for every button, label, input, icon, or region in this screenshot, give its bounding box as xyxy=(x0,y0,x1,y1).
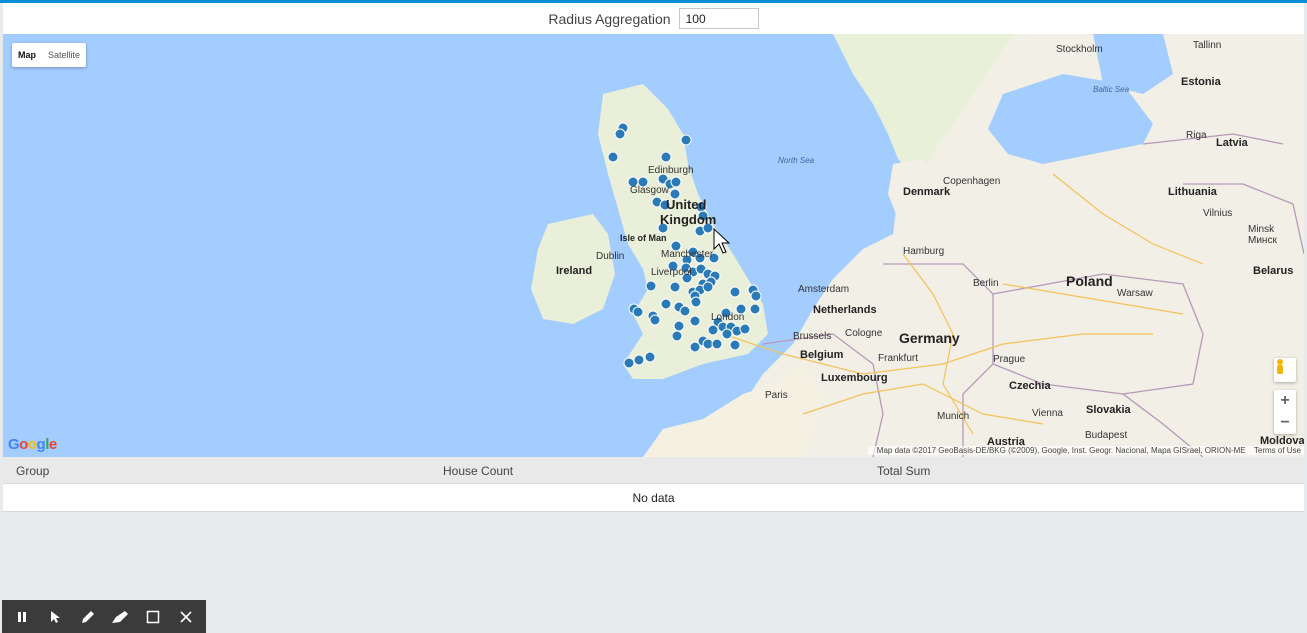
isle-of-man-label: Isle of Man xyxy=(620,233,667,243)
estonia-label: Estonia xyxy=(1181,76,1221,88)
amsterdam-label: Amsterdam xyxy=(798,284,850,295)
zoom-control: + − xyxy=(1274,390,1296,434)
map-type-map-button[interactable]: Map xyxy=(12,43,42,67)
copenhagen-label: Copenhagen xyxy=(943,176,1001,187)
paris-label: Paris xyxy=(765,390,788,401)
map-view[interactable]: North Sea Baltic Sea Stockholm Tallinn E… xyxy=(3,34,1304,457)
frankfurt-label: Frankfurt xyxy=(878,353,919,364)
table-empty-row: No data xyxy=(3,484,1304,512)
radius-aggregation-label: Radius Aggregation xyxy=(548,10,671,27)
terms-of-use-link[interactable]: Terms of Use xyxy=(1254,446,1301,455)
brussels-label: Brussels xyxy=(793,331,832,342)
minsk-label: Minsk xyxy=(1248,224,1275,235)
belarus-label: Belarus xyxy=(1253,265,1294,277)
cologne-label: Cologne xyxy=(845,328,883,339)
radius-aggregation-input[interactable] xyxy=(678,8,759,29)
pointer-icon[interactable] xyxy=(42,604,68,630)
column-header-group[interactable]: Group xyxy=(16,464,49,478)
map-tiles xyxy=(3,34,1304,457)
poland-label: Poland xyxy=(1066,273,1113,289)
czechia-label: Czechia xyxy=(1009,380,1051,392)
vienna-label: Vienna xyxy=(1032,408,1063,419)
close-icon[interactable] xyxy=(173,604,199,630)
zoom-in-button[interactable]: + xyxy=(1274,390,1296,412)
warsaw-label: Warsaw xyxy=(1117,288,1153,299)
london-label: London xyxy=(711,312,745,323)
column-header-total-sum[interactable]: Total Sum xyxy=(877,464,930,478)
hamburg-label: Hamburg xyxy=(903,246,945,257)
north-sea-label: North Sea xyxy=(778,156,815,165)
pause-icon[interactable] xyxy=(9,604,35,630)
dublin-label: Dublin xyxy=(596,251,625,262)
baltic-sea-label: Baltic Sea xyxy=(1093,85,1130,94)
aggregation-header: Radius Aggregation xyxy=(3,3,1304,34)
column-header-house-count[interactable]: House Count xyxy=(443,464,513,478)
highlighter-icon[interactable] xyxy=(107,604,133,630)
prague-label: Prague xyxy=(993,354,1026,365)
map-type-satellite-button[interactable]: Satellite xyxy=(42,43,86,67)
berlin-label: Berlin xyxy=(973,278,999,289)
lithuania-label: Lithuania xyxy=(1168,186,1217,198)
vilnius-label: Vilnius xyxy=(1203,208,1233,219)
edinburgh-label: Edinburgh xyxy=(648,165,694,176)
germany-label: Germany xyxy=(899,330,960,346)
results-table-header: Group House Count Total Sum xyxy=(3,457,1304,484)
stockholm-label: Stockholm xyxy=(1056,44,1103,55)
annotation-toolbar xyxy=(2,600,206,633)
glasgow-label: Glasgow xyxy=(630,185,669,196)
latvia-label: Latvia xyxy=(1216,137,1248,149)
riga-label: Riga xyxy=(1186,130,1207,141)
zoom-out-button[interactable]: − xyxy=(1274,412,1296,434)
luxembourg-label: Luxembourg xyxy=(821,372,888,384)
ireland-label: Ireland xyxy=(556,265,593,277)
liverpool-label: Liverpool xyxy=(651,267,692,278)
tallinn-label: Tallinn xyxy=(1193,40,1222,51)
pen-icon[interactable] xyxy=(75,604,101,630)
rectangle-icon[interactable] xyxy=(140,604,166,630)
budapest-label: Budapest xyxy=(1085,430,1128,441)
minsk-cyrillic-label: Минск xyxy=(1248,235,1277,246)
united-kingdom-label-line2: Kingdom xyxy=(660,212,717,227)
netherlands-label: Netherlands xyxy=(813,304,877,316)
map-type-control: Map Satellite xyxy=(12,43,87,67)
belgium-label: Belgium xyxy=(800,349,844,361)
map-data-attribution-text: Map data ©2017 GeoBasis-DE/BKG (©2009), … xyxy=(876,446,1246,455)
google-logo: Google xyxy=(8,436,57,453)
slovakia-label: Slovakia xyxy=(1086,404,1131,416)
street-view-pegman-icon[interactable] xyxy=(1274,358,1296,382)
manchester-label: Manchester xyxy=(661,249,714,260)
denmark-label: Denmark xyxy=(903,186,951,198)
munich-label: Munich xyxy=(937,411,970,422)
united-kingdom-label-line1: United xyxy=(666,197,707,212)
map-attribution: Map data ©2017 GeoBasis-DE/BKG (©2009), … xyxy=(867,446,1304,455)
